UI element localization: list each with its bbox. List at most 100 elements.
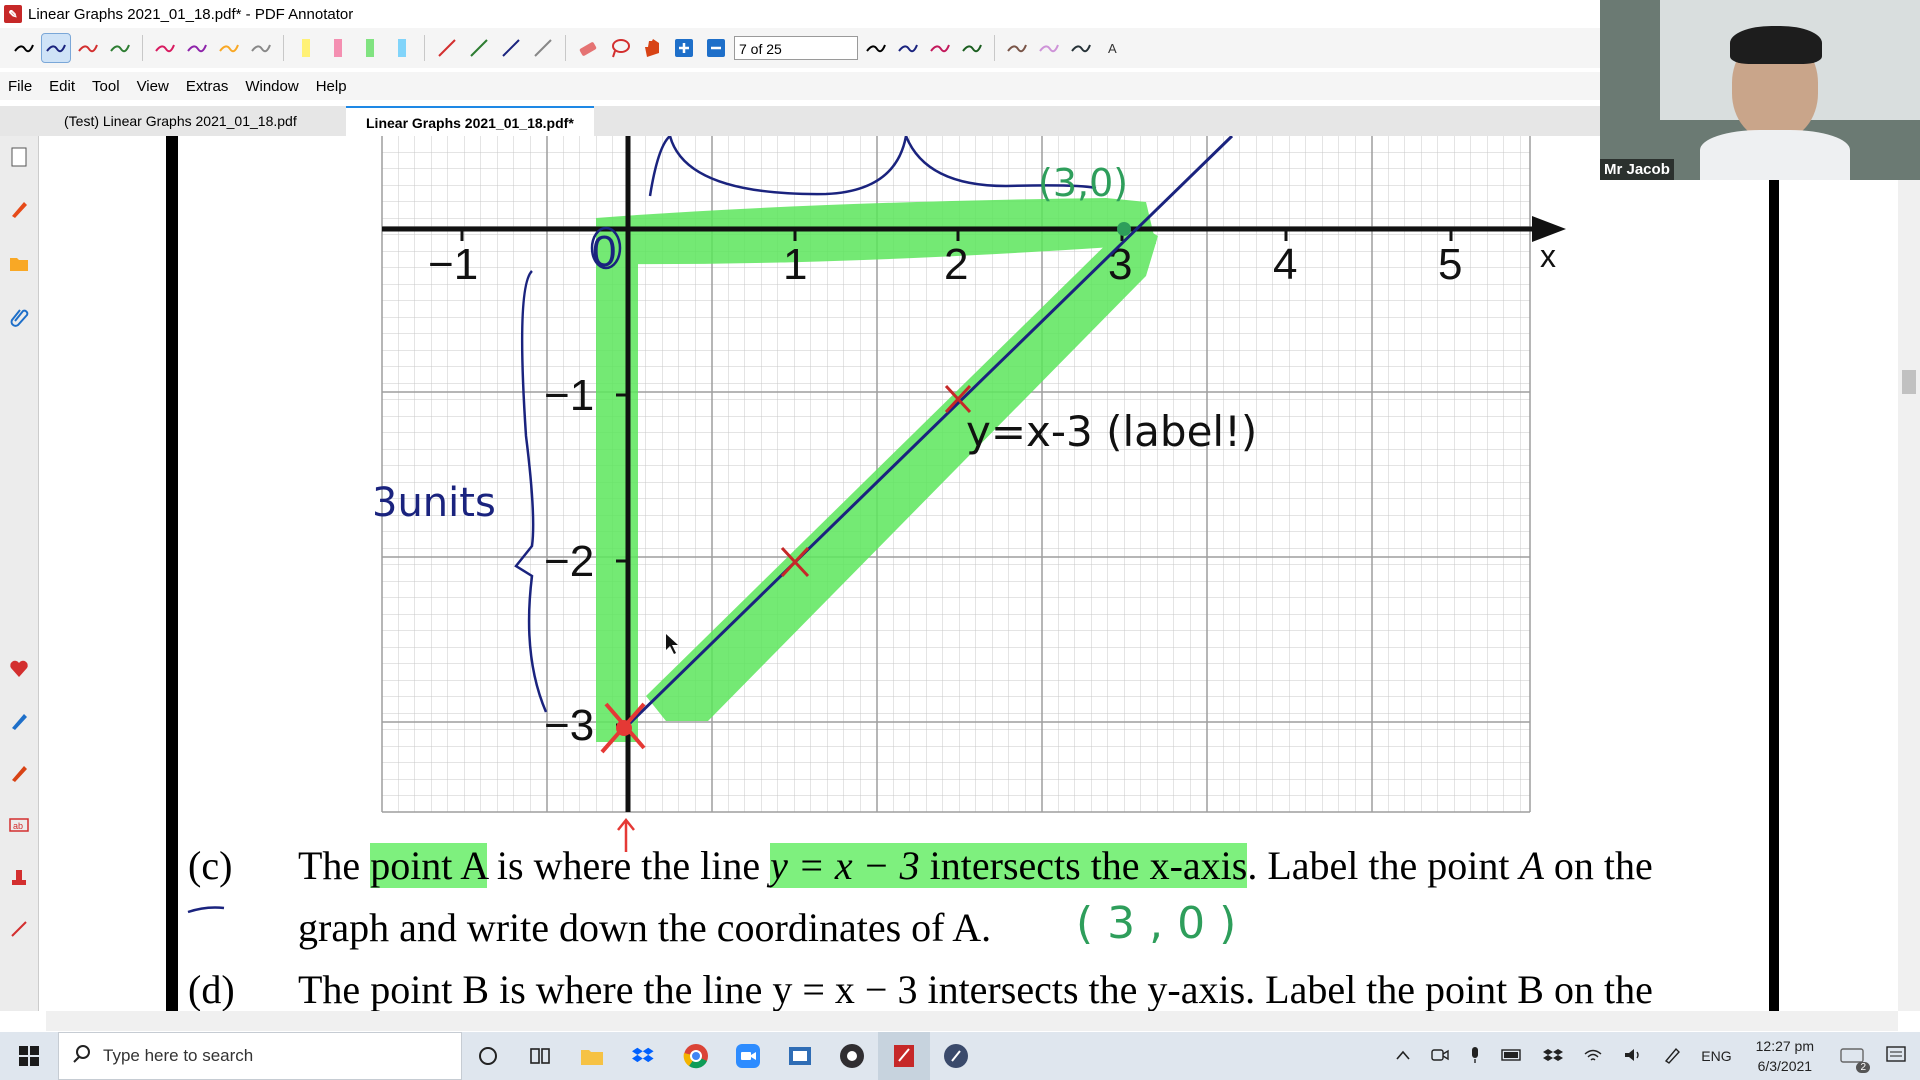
x-tick-label: 1 <box>783 240 807 289</box>
pen-dark-icon[interactable] <box>1067 34 1095 62</box>
menu-extras[interactable]: Extras <box>186 78 229 95</box>
stamp-icon[interactable] <box>6 864 32 890</box>
menu-file[interactable]: File <box>8 78 32 95</box>
zoom-out-icon[interactable] <box>702 34 730 62</box>
quicktime-icon[interactable] <box>930 1032 982 1080</box>
pen-darkgreen-icon[interactable] <box>958 34 986 62</box>
menu-window[interactable]: Window <box>245 78 298 95</box>
microphone-icon[interactable] <box>1469 1046 1481 1067</box>
svg-text:A: A <box>1108 41 1117 56</box>
volume-icon[interactable] <box>1623 1047 1643 1066</box>
pen-workspace-icon[interactable] <box>1663 1046 1681 1067</box>
tab-test-linear-graphs[interactable]: (Test) Linear Graphs 2021_01_18.pdf <box>44 106 317 136</box>
dropbox-tray-icon[interactable] <box>1543 1047 1564 1066</box>
highlighter-blue-icon[interactable] <box>388 34 416 62</box>
pen-blue-icon[interactable] <box>41 33 71 63</box>
wifi-icon[interactable] <box>1583 1047 1603 1066</box>
battery-icon[interactable] <box>1501 1048 1523 1065</box>
text-tool-icon[interactable]: A <box>1099 34 1127 62</box>
question-c-line2: graph and write down the coordinates of … <box>298 905 992 950</box>
webcam-overlay: Mr Jacob <box>1600 0 1920 180</box>
system-tray: ENG 12:27 pm 6/3/2021 2 <box>1385 1032 1920 1080</box>
action-center-icon[interactable] <box>1886 1045 1906 1067</box>
marker-icon[interactable] <box>6 708 32 734</box>
menu-bar: File Edit Tool View Extras Window Help <box>0 72 1600 100</box>
y-tick-label: −3 <box>544 701 594 750</box>
highlighter-pink-icon[interactable] <box>324 34 352 62</box>
highlighter-yellow-icon[interactable] <box>292 34 320 62</box>
horizontal-scrollbar[interactable] <box>46 1011 1898 1031</box>
pen-purple-icon[interactable] <box>183 34 211 62</box>
point-a-coordinates-annotation: (3,0) <box>1038 161 1128 205</box>
menu-help[interactable]: Help <box>316 78 347 95</box>
meet-now-icon[interactable] <box>1431 1047 1449 1066</box>
three-units-annotation: 3units <box>372 480 496 526</box>
x-axis-label: x <box>1540 238 1556 274</box>
whiteboard-app-icon[interactable] <box>774 1032 826 1080</box>
pen-navy-icon[interactable] <box>894 34 922 62</box>
x-tick-label: 3 <box>1108 240 1132 289</box>
pencil-icon[interactable] <box>6 196 32 222</box>
pen-lilac-icon[interactable] <box>1035 34 1063 62</box>
x-tick-label: 4 <box>1273 240 1297 289</box>
windows-start-icon[interactable] <box>0 1032 58 1080</box>
presenter-name: Mr Jacob <box>1600 159 1674 180</box>
hand-icon[interactable] <box>638 34 666 62</box>
title-bar: ✎ Linear Graphs 2021_01_18.pdf* - PDF An… <box>0 0 1600 28</box>
line-red-icon[interactable] <box>433 34 461 62</box>
file-explorer-icon[interactable] <box>566 1032 618 1080</box>
point-a-marker <box>1117 222 1131 236</box>
pen-pink-icon[interactable] <box>926 34 954 62</box>
clock-date: 6/3/2021 <box>1757 1058 1813 1074</box>
eraser-icon[interactable] <box>574 34 602 62</box>
pen-orange-icon[interactable] <box>215 34 243 62</box>
heart-icon[interactable] <box>6 656 32 682</box>
taskbar: Type here to search ENG 12:27 pm 6/3/202… <box>0 1032 1920 1080</box>
chrome-icon[interactable] <box>670 1032 722 1080</box>
task-view-icon[interactable] <box>514 1032 566 1080</box>
language-indicator[interactable]: ENG <box>1701 1048 1731 1064</box>
folder-icon[interactable] <box>6 250 32 276</box>
left-tool-panel: ab <box>0 136 39 1011</box>
scroll-thumb[interactable] <box>1902 370 1916 394</box>
pen-magenta-icon[interactable] <box>151 34 179 62</box>
menu-tool[interactable]: Tool <box>92 78 120 95</box>
pen-green-icon[interactable] <box>106 34 134 62</box>
page-number-field[interactable]: 7 of 25 <box>734 36 858 60</box>
question-d-line1: The point B is where the line y = x − 3 … <box>298 967 1653 1011</box>
obs-icon[interactable] <box>826 1032 878 1080</box>
tab-linear-graphs[interactable]: Linear Graphs 2021_01_18.pdf* <box>346 106 594 136</box>
question-c-line1: The point A is where the line y = x − 3 … <box>298 843 1653 888</box>
vertical-scrollbar[interactable] <box>1898 136 1920 1011</box>
menu-view[interactable]: View <box>137 78 169 95</box>
svg-text:ab: ab <box>13 821 23 831</box>
line-green-icon[interactable] <box>465 34 493 62</box>
pen-brown-icon[interactable] <box>1003 34 1031 62</box>
pen-gray-icon[interactable] <box>247 34 275 62</box>
pen-black-icon[interactable] <box>10 34 38 62</box>
x-tick-label: 2 <box>944 240 968 289</box>
paperclip-icon[interactable] <box>6 304 32 330</box>
text-box-icon[interactable]: ab <box>6 812 32 838</box>
zoom-app-icon[interactable] <box>722 1032 774 1080</box>
page-thumbnail-icon[interactable] <box>6 144 32 170</box>
taskbar-search[interactable]: Type here to search <box>58 1032 462 1080</box>
line-gray-icon[interactable] <box>529 34 557 62</box>
cortana-icon[interactable] <box>462 1032 514 1080</box>
clock[interactable]: 12:27 pm 6/3/2021 <box>1756 1036 1814 1076</box>
lasso-icon[interactable] <box>606 34 634 62</box>
highlighter-green-icon[interactable] <box>356 34 384 62</box>
touch-keyboard-icon[interactable]: 2 <box>1840 1046 1870 1073</box>
arrow-tool-icon[interactable] <box>6 916 32 942</box>
dropbox-icon[interactable] <box>618 1032 670 1080</box>
highlighter-icon[interactable] <box>6 760 32 786</box>
pen-red-icon[interactable] <box>74 34 102 62</box>
menu-edit[interactable]: Edit <box>49 78 75 95</box>
chevron-up-icon[interactable] <box>1395 1048 1411 1064</box>
line-blue-icon[interactable] <box>497 34 525 62</box>
zoom-in-icon[interactable] <box>670 34 698 62</box>
y-tick-label: −1 <box>544 371 594 420</box>
presenter-shirt <box>1700 130 1850 180</box>
pdf-annotator-taskbar-icon[interactable] <box>878 1032 930 1080</box>
pen-black-2-icon[interactable] <box>862 34 890 62</box>
